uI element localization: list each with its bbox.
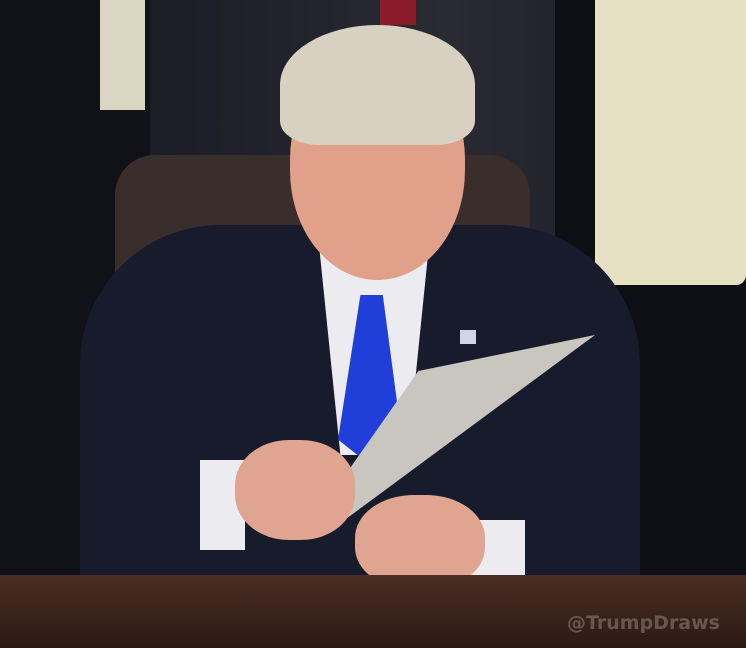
background-blouse [595,0,746,285]
watermark: @TrumpDraws [567,612,720,634]
background-tie [380,0,416,25]
background-shirt-left [100,0,145,110]
hair [280,25,475,145]
flag-lapel-pin [460,330,476,344]
hand-left [235,440,355,540]
